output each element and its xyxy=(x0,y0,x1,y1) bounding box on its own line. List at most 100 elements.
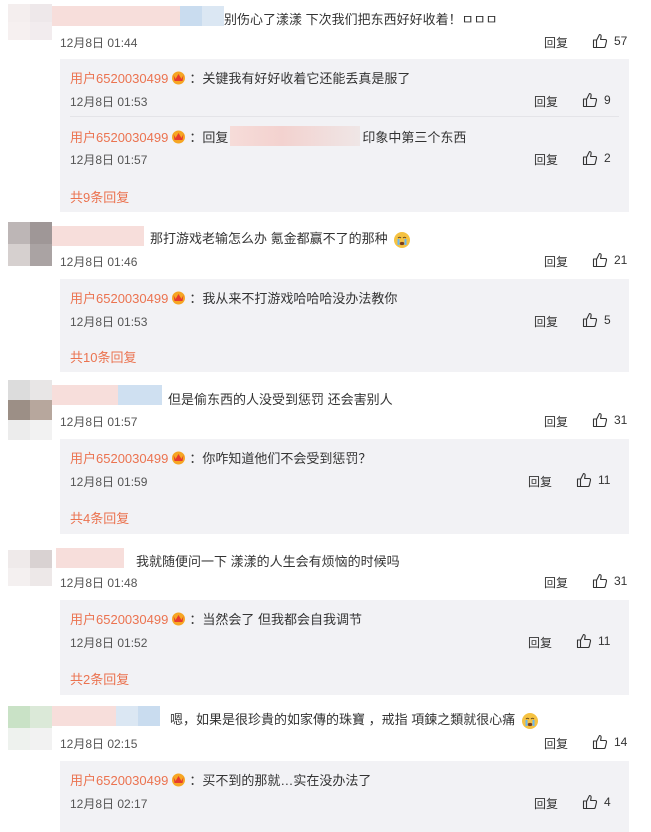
comment-text-body: 那打游戏老输怎么办 氪金都赢不了的那种 xyxy=(150,231,388,246)
comment-item: 嗯，如果是很珍貴的如家傳的珠寶 ，戒指 項鍊之類就很心痛 12月8日 02:15… xyxy=(0,702,651,832)
reply-button[interactable]: 回复 xyxy=(534,795,558,812)
like-button[interactable]: 31 xyxy=(592,412,627,428)
avatar[interactable] xyxy=(8,380,52,440)
like-count: 9 xyxy=(604,93,611,107)
sub-reply-time: 12月8日 01:59 xyxy=(70,475,148,489)
sub-reply-username[interactable]: 用户6520030499 xyxy=(70,68,168,87)
sub-reply: 用户6520030499 ： 关键我有好好收着它还能丢真是服了 12月8日 01… xyxy=(60,59,629,117)
sub-reply-time: 12月8日 01:52 xyxy=(70,636,148,650)
sub-reply-text: 我从来不打游戏哈哈哈没办法教你 xyxy=(202,291,398,306)
reply-button[interactable]: 回复 xyxy=(534,151,558,168)
like-count: 4 xyxy=(604,795,611,809)
sub-reply-username[interactable]: 用户6520030499 xyxy=(70,448,168,467)
comment-text: 嗯，如果是很珍貴的如家傳的珠寶 ，戒指 項鍊之類就很心痛 xyxy=(170,709,539,730)
thumb-up-icon xyxy=(582,150,598,166)
thumb-up-icon xyxy=(592,573,608,589)
like-button[interactable]: 5 xyxy=(582,312,611,328)
view-more-replies[interactable]: 共2条回复 xyxy=(70,669,129,688)
reply-button[interactable]: 回复 xyxy=(544,253,568,270)
crying-emoji-icon xyxy=(394,231,411,248)
view-more-replies[interactable]: 共4条回复 xyxy=(70,508,129,527)
sub-reply-time: 12月8日 01:57 xyxy=(70,153,148,167)
reply-button[interactable]: 回复 xyxy=(534,93,558,110)
like-button[interactable]: 4 xyxy=(582,794,611,810)
reply-button[interactable]: 回复 xyxy=(528,473,552,490)
username-redacted[interactable] xyxy=(56,548,124,568)
sub-reply-username[interactable]: 用户6520030499 xyxy=(70,609,168,628)
sub-reply-line: 用户6520030499 ： 买不到的那就…实在没办法了 xyxy=(70,770,371,789)
username-redacted[interactable] xyxy=(52,6,224,26)
like-button[interactable]: 9 xyxy=(582,92,611,108)
sub-reply: 用户6520030499 ： 买不到的那就…实在没办法了 12月8日 02:17… xyxy=(60,761,629,819)
reply-button[interactable]: 回复 xyxy=(544,735,568,752)
replies-box: 用户6520030499 ： 关键我有好好收着它还能丢真是服了 12月8日 01… xyxy=(60,59,629,212)
avatar[interactable] xyxy=(8,550,52,586)
replies-box: 用户6520030499 ： 当然会了 但我都会自我调节 12月8日 01:52… xyxy=(60,600,629,695)
username-redacted[interactable] xyxy=(52,706,160,726)
like-count: 21 xyxy=(614,253,628,267)
thumb-up-icon xyxy=(582,312,598,328)
sub-reply-prefix: ： xyxy=(189,612,203,627)
reply-button[interactable]: 回复 xyxy=(544,574,568,591)
avatar[interactable] xyxy=(8,4,52,40)
like-button[interactable]: 31 xyxy=(592,573,627,589)
sub-reply-prefix: ： xyxy=(189,291,203,306)
sub-reply-username[interactable]: 用户6520030499 xyxy=(70,770,168,789)
sub-reply-line: 用户6520030499 ： 关键我有好好收着它还能丢真是服了 xyxy=(70,68,410,87)
like-button[interactable]: 11 xyxy=(576,472,610,488)
avatar[interactable] xyxy=(8,222,52,266)
like-count: 31 xyxy=(614,574,628,588)
thumb-up-icon xyxy=(592,252,608,268)
like-count: 11 xyxy=(598,634,611,648)
sub-reply-text: 买不到的那就…实在没办法了 xyxy=(202,773,372,788)
crying-emoji-icon xyxy=(521,712,538,729)
comment-text-body: 嗯，如果是很珍貴的如家傳的珠寶 ，戒指 項鍊之類就很心痛 xyxy=(170,712,516,727)
replies-box: 用户6520030499 ： 买不到的那就…实在没办法了 12月8日 02:17… xyxy=(60,761,629,832)
reply-button[interactable]: 回复 xyxy=(544,34,568,51)
like-button[interactable]: 14 xyxy=(592,734,627,750)
vip-crown-icon xyxy=(172,71,186,85)
thumb-up-icon xyxy=(592,412,608,428)
sub-reply-time: 12月8日 01:53 xyxy=(70,315,148,329)
thumb-up-icon xyxy=(582,794,598,810)
vip-crown-icon xyxy=(172,451,186,465)
reply-button[interactable]: 回复 xyxy=(534,313,558,330)
thumb-up-icon xyxy=(576,472,592,488)
sub-reply-prefix: ： xyxy=(189,71,203,86)
sub-reply-prefix: ：回复 xyxy=(189,129,229,145)
avatar[interactable] xyxy=(8,706,52,750)
comment-text: 但是偷东西的人没受到惩罚 还会害别人 xyxy=(168,392,393,407)
sub-reply-text: 当然会了 但我都会自我调节 xyxy=(202,612,362,627)
replies-box: 用户6520030499 ： 你咋知道他们不会受到惩罚？ 12月8日 01:59… xyxy=(60,439,629,534)
view-more-replies[interactable]: 共10条回复 xyxy=(70,347,136,366)
like-button[interactable]: 11 xyxy=(576,633,610,649)
sub-reply-username[interactable]: 用户6520030499 xyxy=(70,127,168,146)
sub-reply: 用户6520030499 ： 你咋知道他们不会受到惩罚？ 12月8日 01:59… xyxy=(60,439,629,497)
username-redacted[interactable] xyxy=(52,385,162,405)
sub-reply-line: 用户6520030499 ：回复 印象中第三个东西 xyxy=(70,126,466,146)
sub-reply-username[interactable]: 用户6520030499 xyxy=(70,288,168,307)
replies-box: 用户6520030499 ： 我从来不打游戏哈哈哈没办法教你 12月8日 01:… xyxy=(60,279,629,372)
sub-reply-text: 你咋知道他们不会受到惩罚？ xyxy=(202,451,372,466)
like-button[interactable]: 21 xyxy=(592,252,627,268)
vip-crown-icon xyxy=(172,612,186,626)
comment-time: 12月8日 02:15 xyxy=(60,737,138,751)
view-more-replies[interactable]: 共9条回复 xyxy=(70,187,129,206)
sub-reply-prefix: ： xyxy=(189,451,203,466)
like-button[interactable]: 57 xyxy=(592,33,627,49)
sub-reply-text: 印象中第三个东西 xyxy=(362,129,467,145)
redacted-username xyxy=(230,126,361,146)
like-count: 14 xyxy=(614,735,628,749)
sub-reply-time: 12月8日 02:17 xyxy=(70,797,148,811)
vip-crown-icon xyxy=(172,130,186,143)
like-button[interactable]: 2 xyxy=(582,150,611,166)
reply-button[interactable]: 回复 xyxy=(544,413,568,430)
reply-button[interactable]: 回复 xyxy=(528,634,552,651)
username-redacted[interactable] xyxy=(52,226,144,246)
comment-text: 我就随便问一下 漾漾的人生会有烦恼的时候吗 xyxy=(136,554,400,569)
comment-time: 12月8日 01:57 xyxy=(60,415,138,429)
thumb-up-icon xyxy=(582,92,598,108)
comment-item: 我就随便问一下 漾漾的人生会有烦恼的时候吗 12月8日 01:48 回复 31 … xyxy=(0,542,651,700)
like-count: 2 xyxy=(604,151,611,165)
vip-crown-icon xyxy=(172,291,186,305)
